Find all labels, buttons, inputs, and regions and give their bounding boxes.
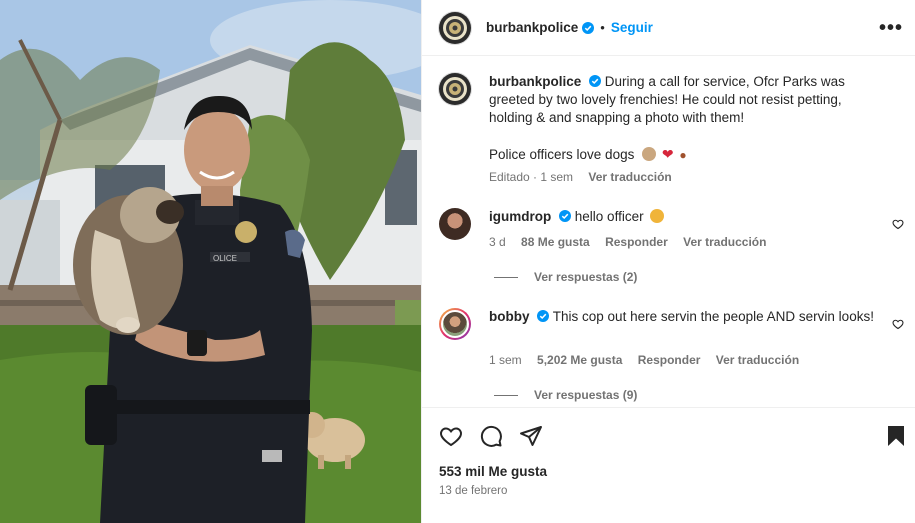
- heart-emoji-icon: ❤: [661, 146, 674, 162]
- caption-body: burbankpolice During a call for service,…: [489, 73, 879, 164]
- igumdrop-avatar[interactable]: [439, 208, 471, 240]
- view-replies-label: Ver respuestas (9): [534, 388, 638, 402]
- verified-badge-icon: [537, 310, 550, 322]
- post-photo[interactable]: OLICE: [0, 0, 421, 523]
- comment-likes[interactable]: 88 Me gusta: [521, 235, 590, 249]
- caption-translate-link[interactable]: Ver traducción: [588, 170, 671, 184]
- bobby-avatar-photo: [441, 310, 469, 338]
- comment-body: igumdrop hello officer: [489, 208, 879, 226]
- save-bookmark-icon[interactable]: [884, 424, 908, 448]
- caption-avatar[interactable]: [439, 73, 471, 105]
- header-username[interactable]: burbankpolice: [486, 20, 578, 35]
- post-date[interactable]: 13 de febrero: [439, 485, 507, 497]
- comment-likes[interactable]: 5,202 Me gusta: [537, 353, 622, 367]
- view-replies-label: Ver respuestas (2): [534, 270, 638, 284]
- comment-meta: 1 sem 5,202 Me gusta Responder Ver tradu…: [489, 353, 811, 367]
- share-icon[interactable]: [519, 424, 543, 448]
- heart-eyes-emoji-icon: [650, 209, 665, 223]
- verified-badge-icon: [589, 75, 602, 87]
- comment-time: 3 d: [489, 235, 506, 249]
- verified-badge-icon: [582, 21, 595, 34]
- bobby-avatar[interactable]: [439, 308, 471, 340]
- view-replies-button[interactable]: Ver respuestas (9): [494, 388, 637, 402]
- comment-text: This cop out here servin the people AND …: [552, 309, 874, 324]
- police-seal-icon: [443, 15, 467, 40]
- view-replies-button[interactable]: Ver respuestas (2): [494, 270, 637, 284]
- more-options-button[interactable]: •••: [879, 17, 904, 39]
- replies-divider: [494, 394, 518, 396]
- header-separator: •: [600, 20, 605, 35]
- comment-time: 1 sem: [489, 353, 522, 367]
- reply-button[interactable]: Responder: [638, 353, 701, 367]
- replies-divider: [494, 276, 518, 278]
- comment-like-heart-icon[interactable]: [892, 318, 904, 330]
- comments-section: burbankpolice During a call for service,…: [422, 57, 915, 407]
- more-options-icon: •••: [879, 17, 904, 39]
- comment-translate-link[interactable]: Ver traducción: [716, 353, 799, 367]
- follow-button[interactable]: Seguir: [611, 20, 653, 35]
- caption-username[interactable]: burbankpolice: [489, 74, 581, 89]
- officer-with-dogs-photo: OLICE: [0, 0, 421, 523]
- caption-edited: Editado · 1 sem: [489, 170, 574, 184]
- comment-body: bobby This cop out here servin the peopl…: [489, 308, 879, 326]
- reply-button[interactable]: Responder: [605, 235, 668, 249]
- verified-badge-icon: [559, 210, 572, 222]
- svg-text:OLICE: OLICE: [213, 254, 237, 263]
- comment-username[interactable]: bobby: [489, 309, 530, 324]
- dog-emoji-icon: [642, 147, 657, 161]
- heart-icon[interactable]: [439, 424, 463, 448]
- likes-count[interactable]: 553 mil Me gusta: [439, 464, 547, 479]
- post-header: burbankpolice • Seguir •••: [422, 0, 915, 56]
- burbankpolice-avatar[interactable]: [439, 11, 471, 44]
- post-details-panel: burbankpolice • Seguir ••• burbankpolice…: [421, 0, 915, 523]
- caption-text-2: Police officers love dogs: [489, 147, 635, 162]
- paw-emoji-icon: ●: [679, 148, 687, 162]
- caption-second-line: Police officers love dogs ❤ ●: [489, 145, 879, 164]
- post-viewer: OLICE burbankpolice • Seguir ••• burbank…: [0, 0, 915, 523]
- comment-username[interactable]: igumdrop: [489, 209, 551, 224]
- comment-meta: 3 d 88 Me gusta Responder Ver traducción: [489, 235, 778, 249]
- comment-text: hello officer: [574, 209, 644, 224]
- comment-translate-link[interactable]: Ver traducción: [683, 235, 766, 249]
- comment-like-heart-icon[interactable]: [892, 218, 904, 230]
- post-actions: 553 mil Me gusta 13 de febrero: [422, 407, 915, 523]
- caption-meta: Editado · 1 sem Ver traducción: [489, 170, 684, 184]
- police-seal-icon: [443, 77, 467, 101]
- comment-icon[interactable]: [479, 424, 503, 448]
